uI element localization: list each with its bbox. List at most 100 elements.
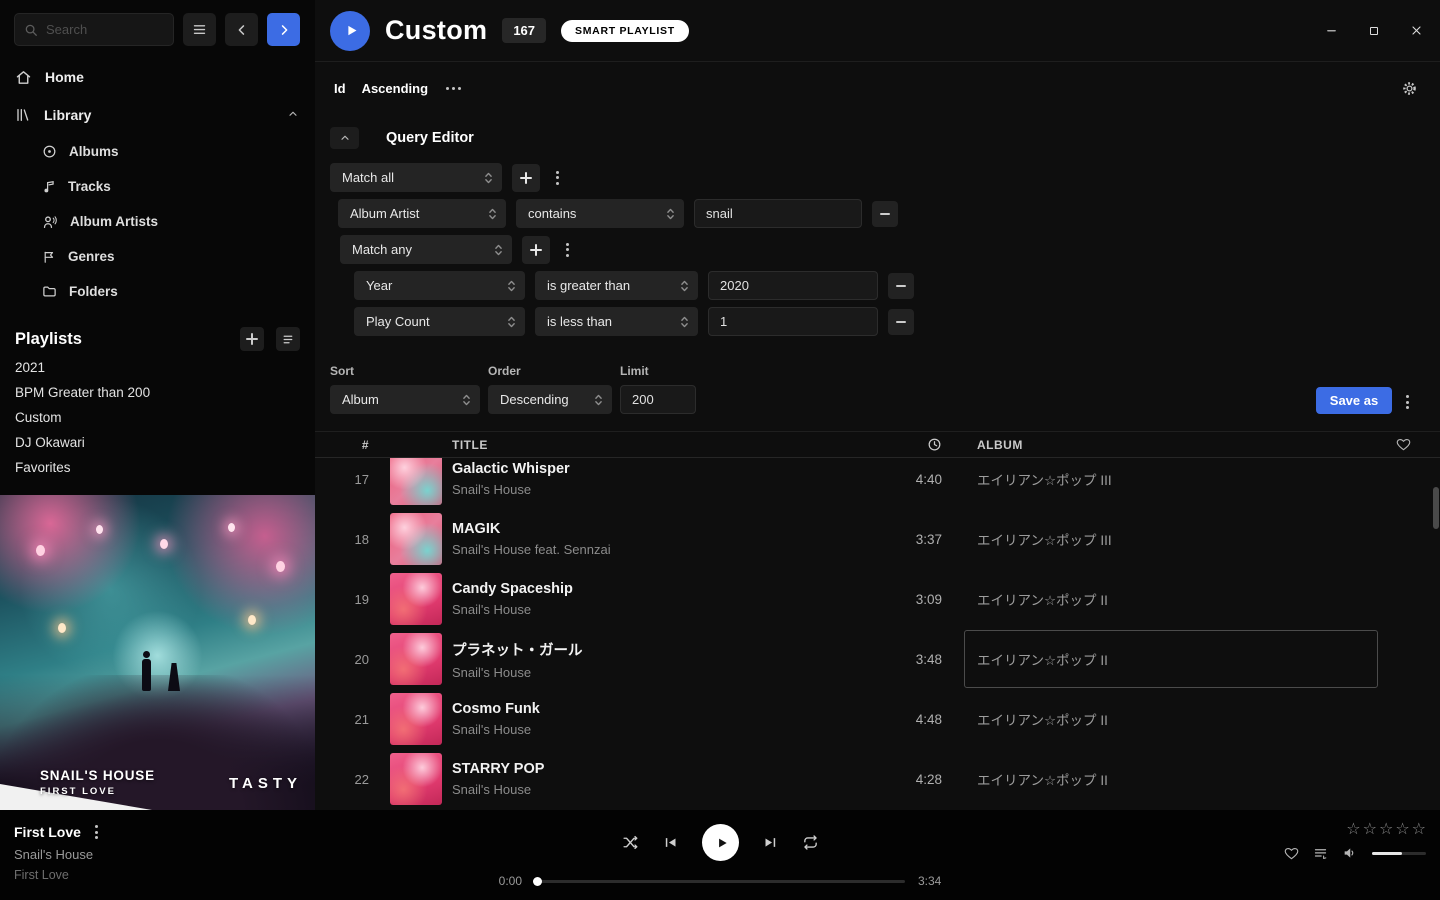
track-artist: Snail's House feat. Sennzai <box>452 542 878 557</box>
heart-icon <box>1396 437 1411 452</box>
sidebar-item-label: Tracks <box>68 179 111 194</box>
track-album-cell[interactable]: エイリアン☆ポップ II <box>948 569 1388 629</box>
minimize-button[interactable] <box>1325 24 1338 37</box>
play-playlist-button[interactable] <box>330 11 370 51</box>
sidebar-item-tracks[interactable]: Tracks <box>0 169 315 204</box>
sidebar-item-library[interactable]: Library <box>0 96 315 134</box>
column-number-header[interactable]: # <box>315 438 375 452</box>
star-1[interactable]: ☆ <box>1346 822 1360 838</box>
table-row[interactable]: 22 STARRY POP Snail's House 4:28 エイリアン☆ポ… <box>315 749 1440 809</box>
shuffle-button[interactable] <box>622 834 639 851</box>
table-row[interactable]: 20 プラネット・ガール Snail's House 3:48 エイリアン☆ポッ… <box>315 629 1440 689</box>
sidebar-item-home[interactable]: Home <box>0 58 315 96</box>
close-button[interactable] <box>1410 24 1423 37</box>
playlist-item[interactable]: Custom <box>0 405 315 430</box>
rule-field-dropdown[interactable]: Year <box>354 271 525 300</box>
track-album-cell[interactable]: エイリアン☆ポップ II <box>948 749 1388 809</box>
track-album-cell[interactable]: エイリアン☆ポップ II <box>948 689 1388 749</box>
previous-button[interactable] <box>663 835 678 850</box>
rule-operator-dropdown[interactable]: contains <box>516 199 684 228</box>
column-favorite-header[interactable] <box>1388 437 1440 452</box>
track-thumbnail <box>390 513 442 565</box>
volume-button[interactable] <box>1342 845 1358 861</box>
add-rule-button[interactable] <box>522 236 550 264</box>
maximize-button[interactable] <box>1368 24 1380 37</box>
add-rule-button[interactable] <box>512 164 540 192</box>
track-album-cell[interactable]: エイリアン☆ポップ III <box>948 509 1388 569</box>
star-5[interactable]: ☆ <box>1412 822 1426 838</box>
chevron-up-icon[interactable] <box>287 107 299 123</box>
sort-order-button[interactable]: Ascending <box>362 81 428 96</box>
column-duration-header[interactable] <box>878 437 948 452</box>
track-artist: Snail's House <box>452 482 878 497</box>
query-editor-title: Query Editor <box>386 130 474 146</box>
repeat-button[interactable] <box>802 834 819 851</box>
playlist-item[interactable]: BPM Greater than 200 <box>0 380 315 405</box>
rule-value-input[interactable] <box>694 199 862 228</box>
table-row[interactable]: 19 Candy Spaceship Snail's House 3:09 エイ… <box>315 569 1440 629</box>
star-3[interactable]: ☆ <box>1379 822 1393 838</box>
play-pause-button[interactable] <box>702 824 739 861</box>
search-box[interactable] <box>14 13 174 46</box>
sidebar-item-genres[interactable]: Genres <box>0 239 315 274</box>
track-album-cell[interactable]: エイリアン☆ポップ III <box>948 458 1388 509</box>
star-2[interactable]: ☆ <box>1363 822 1377 838</box>
query-editor-collapse-button[interactable] <box>330 127 359 149</box>
lantern-light <box>276 561 285 572</box>
rule-value-input[interactable] <box>708 271 878 300</box>
save-as-button[interactable]: Save as <box>1316 387 1392 414</box>
rule-field-dropdown[interactable]: Play Count <box>354 307 525 336</box>
now-playing-album-art[interactable]: SNAIL'S HOUSE FIRST LOVE TASTY <box>0 495 315 810</box>
settings-gear-button[interactable] <box>1401 80 1418 97</box>
track-menu-button[interactable] <box>92 823 101 841</box>
playlist-menu-button[interactable] <box>1400 393 1415 411</box>
star-4[interactable]: ☆ <box>1395 822 1409 838</box>
remove-rule-button[interactable] <box>872 201 898 227</box>
column-album-header[interactable]: ALBUM <box>948 438 1388 452</box>
progress-handle[interactable] <box>533 877 542 886</box>
sidebar-item-folders[interactable]: Folders <box>0 274 315 309</box>
sidebar-top-bar <box>0 0 315 58</box>
more-options-button[interactable] <box>444 83 463 94</box>
group-menu-button[interactable] <box>550 169 565 187</box>
lantern-light <box>160 539 168 549</box>
sidebar-item-album-artists[interactable]: Album Artists <box>0 204 315 239</box>
track-number: 18 <box>315 532 375 547</box>
playlist-item[interactable]: DJ Okawari <box>0 430 315 455</box>
volume-slider[interactable] <box>1372 852 1426 855</box>
scrollbar-thumb[interactable] <box>1433 487 1439 529</box>
rule-operator-dropdown[interactable]: is greater than <box>535 271 698 300</box>
remove-rule-button[interactable] <box>888 273 914 299</box>
table-row[interactable]: 17 Galactic Whisper Snail's House 4:40 エ… <box>315 458 1440 509</box>
nav-forward-button[interactable] <box>267 13 300 46</box>
add-playlist-button[interactable] <box>240 327 264 351</box>
sort-field-button[interactable]: Id <box>334 81 346 96</box>
order-dropdown[interactable]: Descending <box>488 385 612 414</box>
sort-dropdown[interactable]: Album <box>330 385 480 414</box>
match-type-dropdown[interactable]: Match all <box>330 163 502 192</box>
menu-button[interactable] <box>183 13 216 46</box>
playlist-item[interactable]: 2021 <box>0 355 315 380</box>
match-type-dropdown[interactable]: Match any <box>340 235 512 264</box>
rule-field-dropdown[interactable]: Album Artist <box>338 199 506 228</box>
playlist-list-button[interactable] <box>276 327 300 351</box>
remove-rule-button[interactable] <box>888 309 914 335</box>
chevron-updown-icon <box>680 315 689 329</box>
next-button[interactable] <box>763 835 778 850</box>
limit-input[interactable] <box>620 385 696 414</box>
column-title-header[interactable]: TITLE <box>452 438 878 452</box>
search-input[interactable] <box>46 22 164 37</box>
progress-bar[interactable] <box>535 880 905 883</box>
nav-back-button[interactable] <box>225 13 258 46</box>
track-album-cell-focused[interactable]: エイリアン☆ポップ II <box>948 629 1388 689</box>
queue-button[interactable] <box>1313 846 1328 861</box>
rule-value-input[interactable] <box>708 307 878 336</box>
rule-operator-dropdown[interactable]: is less than <box>535 307 698 336</box>
playlist-item[interactable]: Favorites <box>0 455 315 480</box>
sidebar-item-albums[interactable]: Albums <box>0 134 315 169</box>
table-row[interactable]: 18 MAGIK Snail's House feat. Sennzai 3:3… <box>315 509 1440 569</box>
favorite-button[interactable] <box>1284 846 1299 861</box>
table-row[interactable]: 21 Cosmo Funk Snail's House 4:48 エイリアン☆ポ… <box>315 689 1440 749</box>
group-menu-button[interactable] <box>560 241 575 259</box>
plus-icon <box>520 172 532 184</box>
